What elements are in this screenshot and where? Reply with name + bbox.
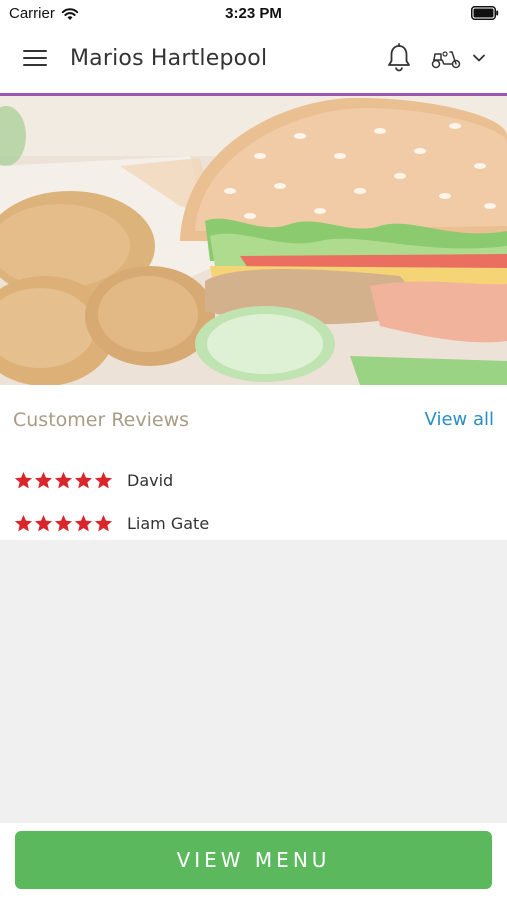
star-rating xyxy=(14,514,114,533)
review-item: David xyxy=(14,468,173,492)
star-icon xyxy=(74,514,93,531)
star-icon xyxy=(14,471,33,488)
bottom-action-bar: VIEW MENU xyxy=(0,823,507,900)
status-bar: Carrier 3:23 PM xyxy=(0,0,507,28)
chevron-down-icon[interactable] xyxy=(472,53,486,63)
hamburger-menu-icon[interactable] xyxy=(23,48,47,68)
star-icon xyxy=(94,514,113,531)
reviewer-name: Liam Gate xyxy=(127,513,210,533)
bell-icon[interactable] xyxy=(385,43,413,73)
scooter-delivery-icon[interactable] xyxy=(430,46,462,70)
status-time: 3:23 PM xyxy=(225,5,282,22)
view-menu-button[interactable]: VIEW MENU xyxy=(15,831,492,889)
hero-food-image xyxy=(0,96,507,385)
star-rating xyxy=(14,471,114,490)
star-icon xyxy=(54,514,73,531)
view-all-reviews-link[interactable]: View all xyxy=(425,409,494,430)
restaurant-title: Marios Hartlepool xyxy=(70,46,268,71)
reviews-heading: Customer Reviews xyxy=(13,409,190,431)
navigation-header: Marios Hartlepool xyxy=(0,28,507,96)
reviewer-name: David xyxy=(127,470,174,490)
star-icon xyxy=(74,471,93,488)
empty-content-area xyxy=(0,540,507,823)
star-icon xyxy=(34,471,53,488)
review-item: Liam Gate xyxy=(14,511,209,535)
battery-icon xyxy=(471,6,499,20)
burger-and-nuggets-photo xyxy=(0,96,507,385)
star-icon xyxy=(34,514,53,531)
customer-reviews-section: Customer Reviews View all David Liam Gat… xyxy=(0,385,507,540)
star-icon xyxy=(94,471,113,488)
star-icon xyxy=(54,471,73,488)
app-screen: Carrier 3:23 PM Marios Hartlepool Custom… xyxy=(0,0,507,900)
star-icon xyxy=(14,514,33,531)
